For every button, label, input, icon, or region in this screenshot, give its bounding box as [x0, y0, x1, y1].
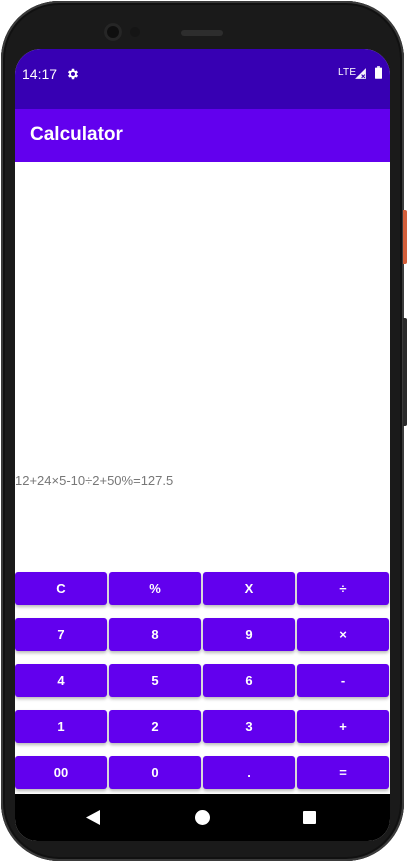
signal-icon: [355, 68, 366, 79]
calculator-content: 12+24×5-10÷2+50%=127.5 C % X ÷ 7 8 9 × 4…: [15, 162, 390, 794]
key-3[interactable]: 3: [203, 710, 295, 743]
key-5[interactable]: 5: [109, 664, 201, 697]
home-circle-icon[interactable]: [195, 810, 210, 825]
phone-device: 14:17 LTE Calculator 12+24×5-10÷2+50%=12…: [0, 0, 407, 864]
key-divide[interactable]: ÷: [297, 572, 389, 605]
key-0[interactable]: 0: [109, 756, 201, 789]
earpiece-speaker: [181, 30, 223, 36]
status-time: 14:17: [22, 66, 58, 82]
key-8[interactable]: 8: [109, 618, 201, 651]
status-bar: 14:17 LTE: [15, 49, 390, 109]
front-camera: [104, 23, 122, 41]
key-4[interactable]: 4: [15, 664, 107, 697]
key-9[interactable]: 9: [203, 618, 295, 651]
key-7[interactable]: 7: [15, 618, 107, 651]
key-subtract[interactable]: -: [297, 664, 389, 697]
power-button: [403, 210, 407, 264]
navigation-bar: [15, 794, 390, 841]
key-percent[interactable]: %: [109, 572, 201, 605]
key-multiply[interactable]: ×: [297, 618, 389, 651]
key-double-zero[interactable]: 00: [15, 756, 107, 789]
key-6[interactable]: 6: [203, 664, 295, 697]
gear-icon: [67, 68, 79, 80]
app-bar: Calculator: [15, 109, 390, 162]
recents-square-icon[interactable]: [303, 811, 316, 824]
key-equals[interactable]: =: [297, 756, 389, 789]
app-title: Calculator: [30, 124, 123, 145]
key-backspace[interactable]: X: [203, 572, 295, 605]
key-add[interactable]: +: [297, 710, 389, 743]
key-decimal[interactable]: .: [203, 756, 295, 789]
proximity-sensor: [130, 27, 140, 37]
key-1[interactable]: 1: [15, 710, 107, 743]
battery-icon: [375, 66, 382, 79]
phone-screen: 14:17 LTE Calculator 12+24×5-10÷2+50%=12…: [15, 49, 390, 841]
key-clear[interactable]: C: [15, 572, 107, 605]
volume-button: [403, 318, 407, 426]
key-2[interactable]: 2: [109, 710, 201, 743]
result-display: 12+24×5-10÷2+50%=127.5: [15, 473, 174, 488]
back-triangle-icon[interactable]: [86, 810, 100, 825]
